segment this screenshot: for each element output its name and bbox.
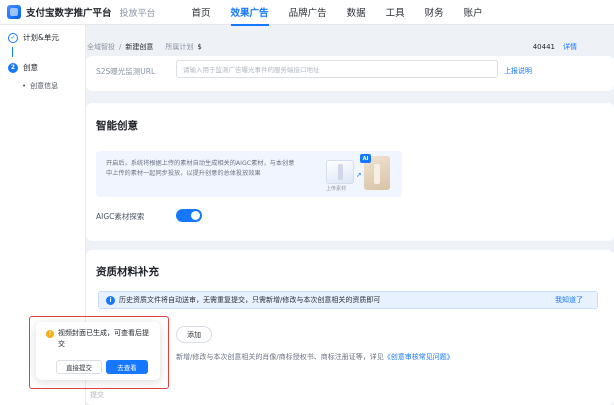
report-guide-link[interactable]: 上报说明 [504, 66, 532, 76]
qualification-hint: 新增/修改与本次创意相关的肖像/商标授权书、商标注册证等，详见《创意审核常见问题… [176, 352, 454, 362]
breadcrumb-root[interactable]: 全域智投 [87, 42, 115, 52]
aigc-description: 开启后，系统将根据上传的素材自动生成相关的AIGC素材，与本创意中上传的素材一起… [106, 160, 295, 177]
breadcrumb: 全域智投 / 新建创意 所属计划 $ 40441 详情 [87, 38, 607, 56]
upload-caption: 上传素材 [326, 186, 347, 192]
step-label: 计划&单元 [23, 33, 59, 42]
nav-item-performance-ads[interactable]: 效果广告 [230, 5, 269, 26]
step-number: 2 [8, 62, 18, 73]
top-navigation-bar: 支付宝数字推广平台 投放平台 首页 效果广告 品牌广告 数据 工具 财务 账户 [0, 0, 614, 26]
aigc-illustration: 上传素材 ➚ AI [314, 154, 396, 193]
alert-text: 历史资质文件将自动送审，无需重复提交，只需新增/修改与本次创意相关的资质即可 [119, 296, 381, 304]
step-label: 创意 [23, 63, 38, 72]
check-icon: ✓ [8, 32, 18, 43]
nav-item-finance[interactable]: 财务 [425, 5, 444, 19]
info-alert: i 历史资质文件将自动送审，无需重复提交，只需新增/修改与本次创意相关的资质即可… [98, 291, 598, 309]
aigc-toggle-label: AIGC素材探索 [96, 212, 145, 221]
plan-id: 40441 [532, 43, 555, 51]
platform-logo-icon [7, 5, 21, 19]
nav-item-data[interactable]: 数据 [347, 5, 366, 19]
submit-directly-button[interactable]: 直接提交 [56, 360, 102, 374]
ai-badge: AI [360, 154, 371, 163]
plan-label: 所属计划 [165, 43, 194, 51]
url-monitor-card: S2S曝光监测URL 请输入用于监测广告曝光事件的服务端接口地址 上报说明 [86, 56, 614, 91]
nav-item-tools[interactable]: 工具 [386, 5, 405, 19]
step-plan-unit[interactable]: ✓ 计划&单元 [8, 32, 59, 43]
cover-generated-popover: ! 视频封面已生成，可查看后提交 直接提交 去查看 [36, 322, 160, 380]
main-nav: 首页 效果广告 品牌广告 数据 工具 财务 账户 [192, 5, 503, 26]
brand-subtitle: 投放平台 [119, 8, 156, 19]
url-field-label: S2S曝光监测URL [96, 67, 156, 76]
s2s-url-input[interactable]: 请输入用于监测广告曝光事件的服务端接口地址 [176, 60, 498, 78]
nav-item-brand-ads[interactable]: 品牌广告 [289, 5, 327, 19]
plan-value: $ [197, 43, 202, 51]
brand-title: 支付宝数字推广平台 [26, 8, 112, 19]
nav-item-home[interactable]: 首页 [192, 5, 211, 19]
step-connector [12, 47, 13, 57]
smart-creative-card: 智能创意 开启后，系统将根据上传的素材自动生成相关的AIGC素材，与本创意中上传… [86, 103, 614, 241]
toggle-knob [191, 211, 200, 220]
section-title: 智能创意 [96, 120, 138, 132]
source-image-icon [326, 160, 354, 184]
aigc-toggle-switch[interactable] [176, 209, 202, 222]
go-view-button[interactable]: 去查看 [106, 360, 148, 374]
popover-message: 视频封面已生成，可查看后提交 [58, 329, 149, 348]
alert-dismiss-link[interactable]: 我知道了 [555, 295, 583, 305]
audit-faq-link[interactable]: 《创意审核常见问题》 [384, 353, 454, 361]
warning-icon: ! [46, 330, 54, 338]
submit-button[interactable]: 提交 [90, 390, 104, 400]
plan-detail-link[interactable]: 详情 [563, 42, 577, 52]
breadcrumb-current: 新建创意 [125, 43, 154, 51]
nav-item-account[interactable]: 账户 [464, 5, 483, 19]
add-qualification-button[interactable]: 添加 [176, 326, 212, 343]
breadcrumb-separator: / [119, 43, 122, 51]
arrow-right-icon: ➚ [356, 171, 362, 179]
aigc-promo-banner: 开启后，系统将根据上传的素材自动生成相关的AIGC素材，与本创意中上传的素材一起… [96, 151, 402, 197]
step-creative[interactable]: 2 创意 [8, 62, 38, 73]
section-title: 资质材料补充 [96, 266, 159, 278]
hint-text: 新增/修改与本次创意相关的肖像/商标授权书、商标注册证等，详见 [176, 353, 384, 361]
substep-creative-info[interactable]: 创意信息 [22, 81, 58, 91]
info-icon: i [106, 295, 115, 305]
